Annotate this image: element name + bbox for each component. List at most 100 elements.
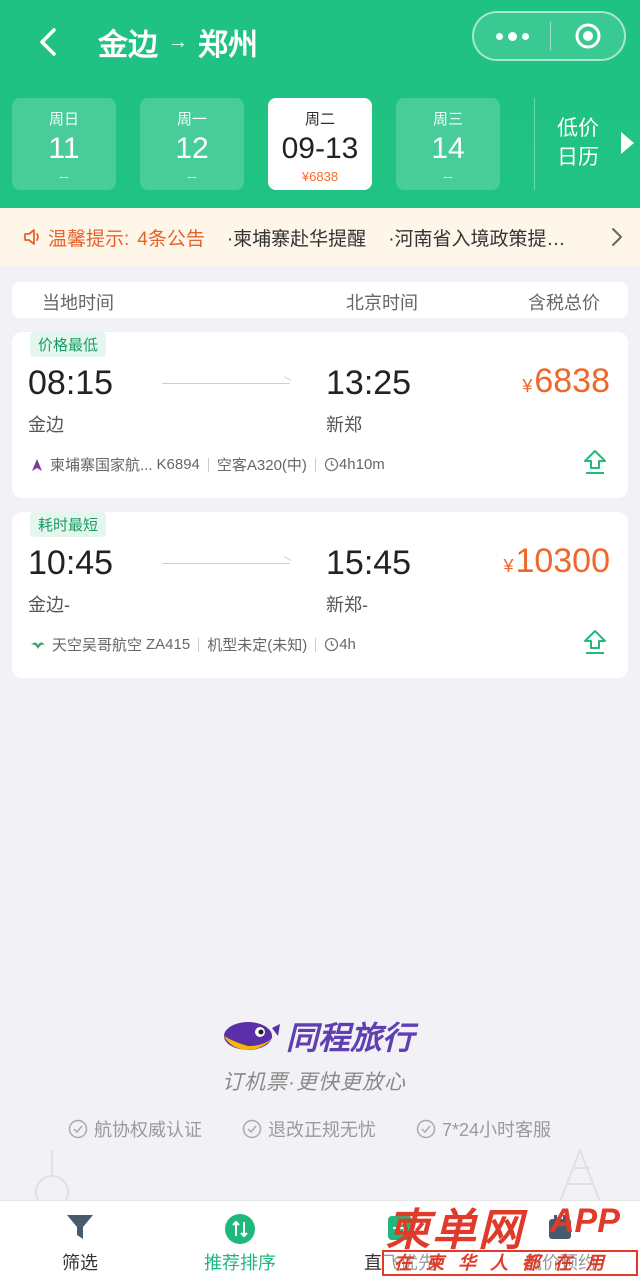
date-day: 14 (431, 132, 465, 165)
trust-badges: 航协权威认证 退改正规无忧 7*24小时客服 (68, 1116, 591, 1142)
currency-symbol: ¥ (522, 376, 533, 396)
info-divider (198, 637, 200, 652)
calendar-label-line1: 低价 (557, 117, 599, 140)
check-circle-icon (416, 1119, 436, 1139)
target-icon (575, 23, 600, 49)
notice-label: 温馨提示: (48, 228, 130, 250)
aircraft-type: 机型未定(未知) (207, 637, 308, 654)
date-weekday: 周二 (304, 111, 335, 128)
date-weekday: 周一 (176, 111, 207, 128)
notice-count: 4条公告 (137, 228, 205, 250)
total-price-header: 含税总价 (528, 293, 600, 313)
miniapp-capsule (472, 11, 626, 61)
more-dot-icon (521, 32, 529, 40)
departure-city: 金边- (28, 595, 70, 615)
flight-card[interactable]: 耗时最短 10:45 15:45 ¥10300 金边- 新郑- 天空吴哥航空 Z… (12, 512, 628, 678)
flight-tag: 耗时最短 (30, 512, 107, 537)
date-price: ¥6838 (301, 169, 339, 184)
more-dot-icon (507, 31, 517, 41)
date-day: 11 (48, 132, 80, 165)
back-button[interactable] (30, 22, 70, 62)
speaker-icon (24, 229, 39, 245)
tab-direct-first[interactable]: 直飞优先 (320, 1201, 480, 1280)
sort-icon (225, 1214, 255, 1244)
flight-price: ¥6838 (522, 362, 610, 401)
flight-number: K6894 (156, 456, 200, 473)
calendar-label: 低价 日历 (557, 114, 599, 172)
currency-symbol: ¥ (503, 556, 514, 576)
flight-price: ¥10300 (503, 542, 610, 581)
aircraft-type: 空客A320(中) (216, 457, 307, 474)
info-divider (314, 457, 316, 472)
calendar-label-line2: 日历 (557, 146, 599, 169)
info-divider (207, 457, 209, 472)
share-up-icon[interactable] (582, 628, 608, 656)
tab-low-price-reserve[interactable]: 低价预约 (480, 1201, 640, 1280)
price-value: 6838 (534, 362, 610, 400)
clock-icon (324, 457, 339, 472)
flight-arrow-line (162, 383, 290, 384)
flight-tag: 价格最低 (30, 332, 107, 357)
flight-number: ZA415 (146, 636, 191, 653)
tab-filter[interactable]: 筛选 (0, 1201, 160, 1280)
trust-badge-label: 7*24小时客服 (442, 1120, 552, 1140)
airline-logo-icon (31, 642, 45, 649)
tab-recommended-sort[interactable]: 推荐排序 (160, 1201, 320, 1280)
decorative-skyline (35, 1147, 601, 1202)
flight-info: 天空吴哥航空 ZA415 机型未定(未知) 4h (30, 634, 356, 655)
flight-arrow-line (162, 563, 290, 564)
date-price: -- (187, 169, 197, 184)
date-tab[interactable]: 周三 14 -- (396, 98, 500, 190)
route-arrow: → (168, 30, 188, 53)
check-circle-icon (242, 1119, 262, 1139)
arrival-city: 新郑 (326, 415, 362, 435)
flight-card[interactable]: 价格最低 08:15 13:25 ¥6838 金边 新郑 柬埔寨国家航... K… (12, 332, 628, 498)
from-city: 金边 (98, 29, 158, 62)
date-tab[interactable]: 周日 11 -- (12, 98, 116, 190)
header-bar: 金边 → 郑州 周日 11 -- 周一 12 -- 周二 09-13 ¥6838… (0, 0, 640, 208)
to-city: 郑州 (198, 29, 258, 62)
brand-logo: 同程旅行 (218, 1012, 414, 1060)
airline-logo-icon (32, 458, 42, 471)
date-tab-selected[interactable]: 周二 09-13 ¥6838 (268, 98, 372, 190)
share-up-icon[interactable] (582, 448, 608, 476)
bottom-toolbar: 筛选 推荐排序 直飞优先 低价预约 (0, 1200, 640, 1280)
tab-label: 筛选 (62, 1253, 98, 1273)
date-day: 12 (175, 132, 209, 165)
reserve-icon (549, 1215, 571, 1239)
filter-icon (67, 1215, 93, 1239)
departure-time: 08:15 (28, 364, 114, 402)
tongcheng-fish-logo-icon (224, 1022, 280, 1050)
notice-item[interactable]: ·柬埔寨赴华提醒 (227, 224, 366, 251)
clock-icon (325, 637, 339, 652)
flight-info: 柬埔寨国家航... K6894 空客A320(中) 4h10m (30, 454, 385, 475)
close-miniapp-button[interactable] (551, 21, 624, 51)
date-tab[interactable]: 周一 12 -- (140, 98, 244, 190)
brand-slogan: 订机票·更快更放心 (222, 1071, 406, 1094)
departure-time: 10:45 (28, 544, 114, 582)
trust-badge: 7*24小时客服 (416, 1116, 551, 1142)
low-price-calendar-button[interactable]: 低价 日历 (534, 98, 640, 190)
date-weekday: 周日 (48, 111, 79, 128)
notice-item[interactable]: ·河南省入境政策提… (388, 224, 565, 251)
chevron-right-icon (612, 228, 622, 246)
trust-badge-label: 航协权威认证 (94, 1120, 202, 1140)
triangle-right-icon (621, 132, 634, 154)
departure-city: 金边 (28, 415, 64, 435)
chevron-left-icon (40, 28, 56, 56)
notice-bar[interactable]: 温馨提示: 4条公告 ·柬埔寨赴华提醒 ·河南省入境政策提… (0, 208, 640, 266)
brand-name: 同程旅行 (286, 1020, 415, 1056)
date-price: -- (443, 169, 453, 184)
airline-name: 天空吴哥航空 (52, 637, 143, 654)
flight-duration: 4h10m (338, 456, 385, 473)
date-price: -- (59, 169, 69, 184)
tab-label: 低价预约 (524, 1253, 596, 1273)
date-day: 09-13 (281, 132, 359, 165)
more-dot-icon (495, 32, 503, 40)
beijing-time-header: 北京时间 (346, 293, 418, 313)
trust-badge: 航协权威认证 (68, 1116, 202, 1142)
date-weekday: 周三 (432, 111, 463, 128)
check-circle-icon (68, 1119, 88, 1139)
trust-badge: 退改正规无忧 (242, 1116, 376, 1142)
more-button[interactable] (474, 31, 550, 41)
